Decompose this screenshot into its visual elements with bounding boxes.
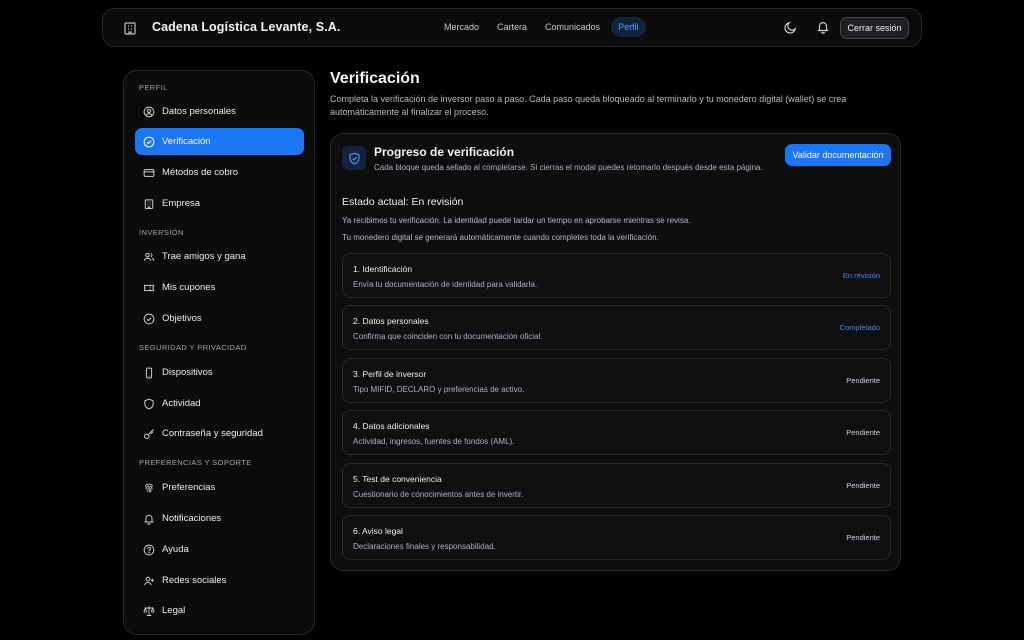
sidebar-item-objetivos[interactable]: Objetivos [135,305,304,332]
shield-icon [143,398,155,410]
sidebar-item-mis-cupones[interactable]: Mis cupones [135,274,304,301]
step-identificacion[interactable]: 1. Identificación Envía tu documentación… [342,253,891,298]
step-datos-adicionales[interactable]: 4. Datos adicionales Actividad, ingresos… [342,410,891,455]
sidebar-item-label: Verificación [162,136,211,147]
card-subtitle: Cada bloque queda sellado al completarse… [374,163,763,172]
step-title: 1. Identificación [353,264,413,274]
step-description: Tipo MIFID, DECLARO y preferencias de ac… [353,385,525,394]
company-name: Cadena Logística Levante, S.A. [152,20,341,34]
sidebar-item-contrasena[interactable]: Contraseña y seguridad [135,420,304,447]
sidebar-item-label: Empresa [162,198,201,209]
fingerprint-icon [143,482,155,494]
step-status: Pendiente [846,376,880,385]
building-icon [122,20,138,36]
verification-card: Progreso de verificación Cada bloque que… [330,133,901,571]
building-icon [143,198,155,210]
sidebar-item-label: Legal [162,605,186,616]
moon-icon[interactable] [783,20,798,35]
sidebar-item-redes-sociales[interactable]: Redes sociales [135,567,304,594]
help-icon [143,544,155,556]
step-description: Actividad, ingresos, fuentes de fondos (… [353,437,515,446]
step-title: 4. Datos adicionales [353,421,430,431]
current-status: Estado actual: En revisión [342,196,464,208]
sidebar-item-label: Trae amigos y gana [162,251,246,262]
bell-icon[interactable] [816,20,830,34]
sidebar-item-verificacion[interactable]: Verificación [135,128,304,155]
nav-mercado[interactable]: Mercado [437,17,486,37]
users-icon [143,251,155,263]
sidebar-item-label: Actividad [162,398,201,409]
sidebar-item-label: Contraseña y seguridad [162,428,263,439]
step-status: En revisión [842,271,880,280]
credit-card-icon [143,167,155,179]
sidebar-item-notificaciones[interactable]: Notificaciones [135,505,304,532]
bell-icon [143,513,155,525]
sidebar-item-label: Métodos de cobro [162,167,239,178]
sidebar-item-empresa[interactable]: Empresa [135,190,304,217]
sidebar-item-actividad[interactable]: Actividad [135,390,304,417]
page-description: Completa la verificación de inversor pas… [330,94,847,117]
sidebar-item-label: Notificaciones [162,513,222,524]
sidebar-item-dispositivos[interactable]: Dispositivos [135,359,304,386]
user-plus-icon [143,575,155,587]
sidebar-item-datos-personales[interactable]: Datos personales [135,98,304,125]
step-datos-personales[interactable]: 2. Datos personales Confirma que coincid… [342,305,891,350]
step-title: 2. Datos personales [353,316,429,326]
nav-cartera[interactable]: Cartera [490,17,534,37]
step-title: 5. Test de conveniencia [353,474,442,484]
step-description: Envía tu documentación de identidad para… [353,280,538,289]
main-nav: Mercado Cartera Comunicados Perfil [437,17,646,37]
step-description: Cuestionario de conocimientos antes de i… [353,490,524,499]
validate-documentation-button[interactable]: Validar documentación [785,144,891,166]
sidebar-item-label: Redes sociales [162,575,227,586]
page-title: Verificación [330,70,420,87]
step-status: Pendiente [846,481,880,490]
sidebar: PERFIL Datos personales Verificación Mét… [123,70,315,635]
section-seguridad: SEGURIDAD Y PRIVACIDAD [139,343,247,352]
sidebar-item-ayuda[interactable]: Ayuda [135,536,304,563]
step-title: 3. Perfil de inversor [353,369,427,379]
status-note: Ya recibimos tu verificación. La identid… [342,216,691,225]
sidebar-item-label: Preferencias [162,482,216,493]
nav-perfil[interactable]: Perfil [611,17,646,37]
step-status: Completado [839,323,880,332]
step-aviso-legal[interactable]: 6. Aviso legal Declaraciones finales y r… [342,515,891,560]
section-preferencias: PREFERENCIAS Y SOPORTE [139,458,252,467]
step-description: Confirma que coinciden con tu documentac… [353,332,543,341]
section-perfil: PERFIL [139,83,168,92]
step-status: Pendiente [846,533,880,542]
sidebar-item-label: Ayuda [162,544,189,555]
scale-icon [143,605,155,617]
wallet-note: Tu monedero digital se generará automáti… [342,233,659,242]
key-icon [143,428,155,440]
sidebar-item-trae-amigos[interactable]: Trae amigos y gana [135,243,304,270]
card-title: Progreso de verificación [374,145,515,159]
user-circle-icon [143,106,155,118]
check-circle-icon [143,136,155,148]
logout-button[interactable]: Cerrar sesión [840,17,909,39]
nav-comunicados[interactable]: Comunicados [538,17,607,37]
phone-icon [143,367,155,379]
sidebar-item-label: Objetivos [162,313,202,324]
sidebar-item-preferencias[interactable]: Preferencias [135,474,304,501]
sidebar-item-label: Dispositivos [162,367,213,378]
step-status: Pendiente [846,428,880,437]
ticket-icon [143,282,155,294]
step-title: 6. Aviso legal [353,526,403,536]
step-perfil-inversor[interactable]: 3. Perfil de inversor Tipo MIFID, DECLAR… [342,358,891,403]
sidebar-item-label: Mis cupones [162,282,216,293]
shield-icon [342,146,366,170]
step-description: Declaraciones finales y responsabilidad. [353,542,496,551]
target-icon [143,313,155,325]
sidebar-item-legal[interactable]: Legal [135,597,304,624]
sidebar-item-label: Datos personales [162,106,236,117]
section-inversion: INVERSIÓN [139,228,184,237]
top-bar: Cadena Logística Levante, S.A. Mercado C… [102,8,922,47]
sidebar-item-metodos-de-cobro[interactable]: Métodos de cobro [135,159,304,186]
step-test-conveniencia[interactable]: 5. Test de conveniencia Cuestionario de … [342,463,891,508]
